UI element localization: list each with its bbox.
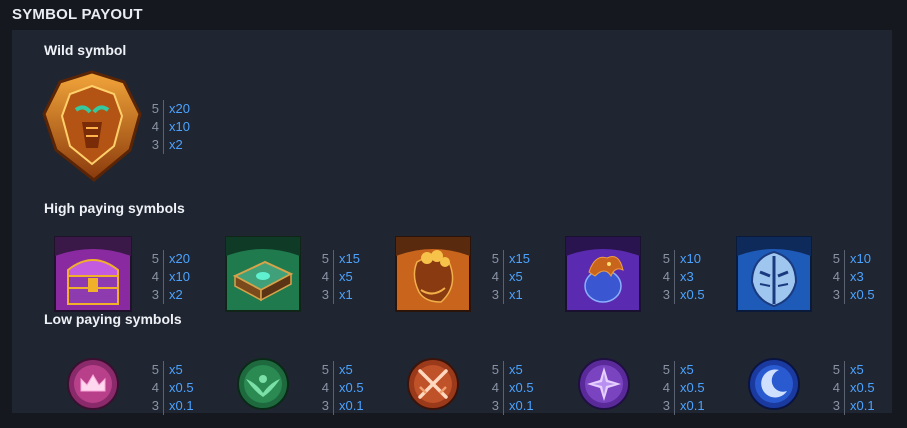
payout-row: 4 x10 <box>147 268 190 286</box>
payout-row: 5 x20 <box>147 250 190 268</box>
low-payout-table-4: 5 x5 4 x0.5 3 x0.1 <box>658 361 705 415</box>
payout-row: 4 x0.5 <box>147 379 194 397</box>
payout-row: 5 x10 <box>658 250 705 268</box>
payout-row: 5 x5 <box>317 361 364 379</box>
low-payout-table-2: 5 x5 4 x0.5 3 x0.1 <box>317 361 364 415</box>
payout-row: 3 x0.1 <box>147 397 194 415</box>
payout-row: 3 x2 <box>147 286 190 304</box>
high-payout-table-2: 5 x15 4 x5 3 x1 <box>317 250 360 304</box>
payout-row: 5 x5 <box>658 361 705 379</box>
payout-row: 5 x20 <box>147 100 190 118</box>
payout-row: 4 x10 <box>147 118 190 136</box>
crossed-swords-rune-icon <box>406 357 460 411</box>
payout-row: 4 x5 <box>317 268 360 286</box>
eagle-rune-icon <box>236 357 290 411</box>
payout-row: 3 x0.1 <box>828 397 875 415</box>
payout-row: 3 x1 <box>487 286 530 304</box>
high-payout-table-1: 5 x20 4 x10 3 x2 <box>147 250 190 304</box>
payout-row: 3 x2 <box>147 136 190 154</box>
page-title: SYMBOL PAYOUT <box>12 6 143 23</box>
payout-row: 4 x0.5 <box>828 379 875 397</box>
treasure-chest-icon <box>54 236 132 312</box>
knight-helmet-icon <box>736 236 812 312</box>
payout-row: 5 x15 <box>317 250 360 268</box>
payout-row: 5 x5 <box>828 361 875 379</box>
payout-row: 4 x5 <box>487 268 530 286</box>
low-payout-table-5: 5 x5 4 x0.5 3 x0.1 <box>828 361 875 415</box>
payout-row: 5 x15 <box>487 250 530 268</box>
payout-panel <box>12 30 892 413</box>
moon-rune-icon <box>747 357 801 411</box>
high-payout-table-5: 5 x10 4 x3 3 x0.5 <box>828 250 875 304</box>
low-payout-table-3: 5 x5 4 x0.5 3 x0.1 <box>487 361 534 415</box>
low-section-heading: Low paying symbols <box>44 311 182 327</box>
payout-row: 4 x0.5 <box>658 379 705 397</box>
crown-rune-icon <box>66 357 120 411</box>
payout-row: 3 x0.1 <box>658 397 705 415</box>
star-rune-icon <box>577 357 631 411</box>
payout-row: 4 x0.5 <box>317 379 364 397</box>
high-payout-table-3: 5 x15 4 x5 3 x1 <box>487 250 530 304</box>
payout-row: 4 x3 <box>828 268 875 286</box>
payout-row: 5 x5 <box>147 361 194 379</box>
payout-row: 3 x0.1 <box>317 397 364 415</box>
wild-section-heading: Wild symbol <box>44 42 127 58</box>
payout-row: 3 x0.5 <box>828 286 875 304</box>
high-payout-table-4: 5 x10 4 x3 3 x0.5 <box>658 250 705 304</box>
high-section-heading: High paying symbols <box>44 200 185 216</box>
payout-row: 4 x0.5 <box>487 379 534 397</box>
dragon-egg-icon <box>565 236 641 312</box>
spellbook-icon <box>225 236 301 312</box>
wild-payout-table: 5 x20 4 x10 3 x2 <box>147 100 190 154</box>
payout-row: 5 x5 <box>487 361 534 379</box>
payout-row: 3 x1 <box>317 286 360 304</box>
coin-pouch-icon <box>395 236 471 312</box>
payout-row: 5 x10 <box>828 250 875 268</box>
payout-row: 3 x0.5 <box>658 286 705 304</box>
payout-row: 3 x0.1 <box>487 397 534 415</box>
payout-row: 4 x3 <box>658 268 705 286</box>
low-payout-table-1: 5 x5 4 x0.5 3 x0.1 <box>147 361 194 415</box>
wild-mask-icon <box>42 70 142 182</box>
